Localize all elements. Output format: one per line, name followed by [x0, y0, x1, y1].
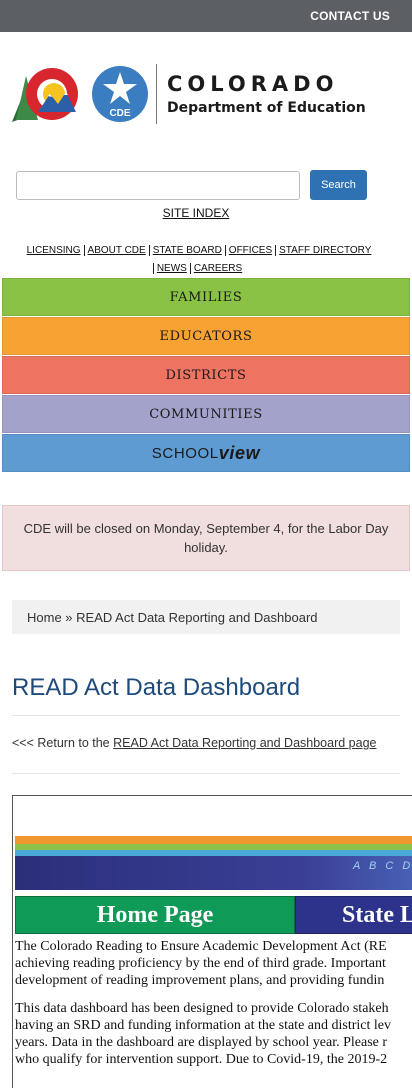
site-index: SITE INDEX	[0, 206, 392, 220]
schoolview-label-a: SCHOOL	[151, 444, 219, 462]
logo-divider	[156, 64, 157, 124]
quicklink-staff-directory[interactable]: STAFF DIRECTORY	[276, 245, 374, 256]
breadcrumb-home[interactable]: Home	[27, 610, 62, 625]
intro-line: having an SRD and funding information at…	[15, 1018, 391, 1033]
intro-line: who qualify for intervention support. Du…	[15, 1052, 388, 1067]
cde-badge-icon: CDE	[92, 66, 148, 122]
intro-line: development of reading improvement plans…	[15, 973, 385, 988]
search-button[interactable]: Search	[310, 170, 367, 200]
banner-stripe-orange	[15, 836, 412, 844]
intro-line: This data dashboard has been designed to…	[15, 1001, 389, 1016]
banner-letters: A B C D	[353, 860, 412, 872]
search-row: Search	[16, 170, 368, 200]
dashboard-tabs: Home Page State L	[15, 896, 412, 934]
search-input[interactable]	[16, 170, 300, 200]
logo-subtitle: Department of Education	[167, 100, 366, 116]
logo-title: COLORADO	[167, 72, 339, 96]
divider	[12, 715, 400, 716]
page-title: READ Act Data Dashboard	[12, 674, 301, 701]
quicklink-careers[interactable]: CAREERS	[191, 263, 245, 274]
intro-line: years. Data in the dashboard are display…	[15, 1035, 388, 1050]
quicklink-offices[interactable]: OFFICES	[225, 245, 277, 256]
quicklink-state-board[interactable]: STATE BOARD	[149, 245, 226, 256]
closure-alert: CDE will be closed on Monday, September …	[2, 505, 410, 571]
intro-paragraph-1: The Colorado Reading to Ensure Academic …	[15, 938, 412, 989]
dashboard-intro: The Colorado Reading to Ensure Academic …	[15, 938, 412, 1079]
quick-links: LICENSING ABOUT CDE STATE BOARD OFFICES STAF…	[14, 242, 384, 278]
schoolview-label-b: view	[218, 442, 261, 463]
nav-families[interactable]: FAMILIES	[2, 278, 410, 316]
breadcrumb: Home » READ Act Data Reporting and Dashb…	[12, 600, 400, 634]
quicklink-licensing[interactable]: LICENSING	[23, 245, 85, 256]
return-link[interactable]: READ Act Data Reporting and Dashboard pa…	[113, 736, 376, 750]
nav-schoolview[interactable]: SCHOOL view	[2, 434, 410, 472]
top-bar: CONTACT US	[0, 0, 412, 32]
tab-state-level[interactable]: State L	[295, 896, 412, 934]
audience-nav: FAMILIES EDUCATORS DISTRICTS COMMUNITIES…	[2, 278, 410, 473]
tab-home-page[interactable]: Home Page	[15, 896, 295, 934]
contact-us-link[interactable]: CONTACT US	[310, 9, 390, 23]
return-prefix: <<< Return to the	[12, 736, 114, 750]
nav-districts[interactable]: DISTRICTS	[2, 356, 410, 394]
intro-line: The Colorado Reading to Ensure Academic …	[15, 939, 387, 954]
return-line: <<< Return to the READ Act Data Reportin…	[12, 736, 376, 750]
logo-text: COLORADO Department of Education	[167, 72, 366, 116]
breadcrumb-separator: »	[61, 609, 77, 625]
embedded-dashboard[interactable]: A B C D Home Page State L The Colorado R…	[12, 795, 412, 1088]
intro-paragraph-2: This data dashboard has been designed to…	[15, 1000, 412, 1068]
cde-logo[interactable]: CDE COLORADO Department of Education	[10, 62, 370, 126]
colorado-flag-icon	[12, 68, 78, 122]
site-index-link[interactable]: SITE INDEX	[163, 206, 230, 220]
cde-badge-text: CDE	[109, 108, 130, 119]
quicklink-about-cde[interactable]: ABOUT CDE	[84, 245, 150, 256]
nav-communities[interactable]: COMMUNITIES	[2, 395, 410, 433]
breadcrumb-current: READ Act Data Reporting and Dashboard	[76, 609, 318, 625]
quicklink-news[interactable]: NEWS	[152, 263, 191, 274]
divider	[12, 773, 400, 774]
nav-educators[interactable]: EDUCATORS	[2, 317, 410, 355]
intro-line: achieving reading proficiency by the end…	[15, 956, 386, 971]
